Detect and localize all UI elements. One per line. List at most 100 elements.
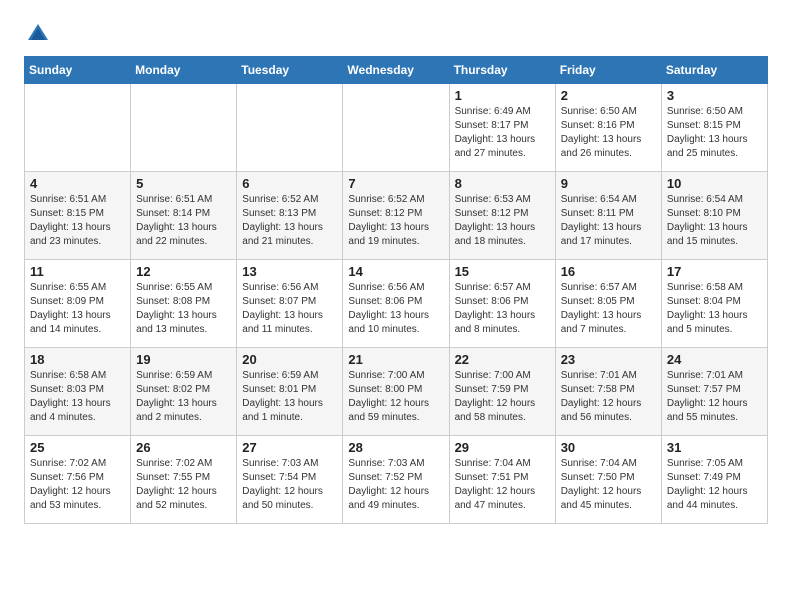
day-info: Sunrise: 6:49 AM Sunset: 8:17 PM Dayligh…: [455, 105, 550, 161]
calendar-cell: 21 Sunrise: 7:00 AM Sunset: 8:00 PM Dayli…: [343, 348, 449, 436]
day-number: 30: [561, 440, 656, 455]
day-number: 14: [348, 264, 443, 279]
day-number: 12: [136, 264, 231, 279]
day-number: 6: [242, 176, 337, 191]
day-info: Sunrise: 7:04 AM Sunset: 7:50 PM Dayligh…: [561, 457, 656, 513]
calendar-cell: 5 Sunrise: 6:51 AM Sunset: 8:14 PM Daylig…: [131, 172, 237, 260]
calendar-body: 1 Sunrise: 6:49 AM Sunset: 8:17 PM Daylig…: [25, 84, 768, 524]
calendar-cell: 19Sunrise: 6:59 AM Sunset: 8:02 PM Dayli…: [131, 348, 237, 436]
week-row-4: 25 Sunrise: 7:02 AM Sunset: 7:56 PM Dayli…: [25, 436, 768, 524]
day-number: 11: [30, 264, 125, 279]
day-info: Sunrise: 6:54 AM Sunset: 8:10 PM Dayligh…: [667, 193, 762, 249]
day-number: 1: [455, 88, 550, 103]
day-number: 9: [561, 176, 656, 191]
calendar-cell: 10 Sunrise: 6:54 AM Sunset: 8:10 PM Dayli…: [661, 172, 767, 260]
calendar-cell: 23 Sunrise: 7:01 AM Sunset: 7:58 PM Dayli…: [555, 348, 661, 436]
calendar-cell: [25, 84, 131, 172]
calendar-cell: 24 Sunrise: 7:01 AM Sunset: 7:57 PM Dayli…: [661, 348, 767, 436]
day-info: Sunrise: 6:52 AM Sunset: 8:13 PM Dayligh…: [242, 193, 337, 249]
day-number: 24: [667, 352, 762, 367]
day-info: Sunrise: 7:00 AM Sunset: 7:59 PM Dayligh…: [455, 369, 550, 425]
day-info: Sunrise: 7:03 AM Sunset: 7:54 PM Dayligh…: [242, 457, 337, 513]
week-row-3: 18Sunrise: 6:58 AM Sunset: 8:03 PM Dayli…: [25, 348, 768, 436]
calendar-table: SundayMondayTuesdayWednesdayThursdayFrid…: [24, 56, 768, 524]
day-number: 5: [136, 176, 231, 191]
logo-icon: [24, 20, 52, 48]
day-info: Sunrise: 6:59 AM Sunset: 8:01 PM Dayligh…: [242, 369, 337, 425]
calendar-cell: 30 Sunrise: 7:04 AM Sunset: 7:50 PM Dayli…: [555, 436, 661, 524]
calendar-cell: [237, 84, 343, 172]
day-info: Sunrise: 6:50 AM Sunset: 8:16 PM Dayligh…: [561, 105, 656, 161]
calendar-cell: [131, 84, 237, 172]
calendar-cell: 18Sunrise: 6:58 AM Sunset: 8:03 PM Dayli…: [25, 348, 131, 436]
calendar-cell: 16 Sunrise: 6:57 AM Sunset: 8:05 PM Dayli…: [555, 260, 661, 348]
day-info: Sunrise: 6:57 AM Sunset: 8:06 PM Dayligh…: [455, 281, 550, 337]
day-info: Sunrise: 6:50 AM Sunset: 8:15 PM Dayligh…: [667, 105, 762, 161]
logo: [24, 20, 56, 48]
day-number: 25: [30, 440, 125, 455]
day-number: 20: [242, 352, 337, 367]
calendar-cell: 7Sunrise: 6:52 AM Sunset: 8:12 PM Daylig…: [343, 172, 449, 260]
day-number: 7: [348, 176, 443, 191]
day-info: Sunrise: 7:01 AM Sunset: 7:57 PM Dayligh…: [667, 369, 762, 425]
calendar-cell: 20 Sunrise: 6:59 AM Sunset: 8:01 PM Dayli…: [237, 348, 343, 436]
calendar-cell: 1 Sunrise: 6:49 AM Sunset: 8:17 PM Daylig…: [449, 84, 555, 172]
calendar-cell: 14Sunrise: 6:56 AM Sunset: 8:06 PM Dayli…: [343, 260, 449, 348]
day-info: Sunrise: 7:02 AM Sunset: 7:56 PM Dayligh…: [30, 457, 125, 513]
day-info: Sunrise: 7:04 AM Sunset: 7:51 PM Dayligh…: [455, 457, 550, 513]
calendar-cell: 9 Sunrise: 6:54 AM Sunset: 8:11 PM Daylig…: [555, 172, 661, 260]
header-thursday: Thursday: [449, 57, 555, 84]
day-info: Sunrise: 6:57 AM Sunset: 8:05 PM Dayligh…: [561, 281, 656, 337]
header-wednesday: Wednesday: [343, 57, 449, 84]
day-number: 4: [30, 176, 125, 191]
day-number: 19: [136, 352, 231, 367]
day-info: Sunrise: 7:01 AM Sunset: 7:58 PM Dayligh…: [561, 369, 656, 425]
calendar-cell: 15Sunrise: 6:57 AM Sunset: 8:06 PM Dayli…: [449, 260, 555, 348]
day-number: 18: [30, 352, 125, 367]
calendar-cell: 17Sunrise: 6:58 AM Sunset: 8:04 PM Dayli…: [661, 260, 767, 348]
calendar-cell: [343, 84, 449, 172]
calendar-cell: 6 Sunrise: 6:52 AM Sunset: 8:13 PM Daylig…: [237, 172, 343, 260]
day-number: 17: [667, 264, 762, 279]
day-number: 13: [242, 264, 337, 279]
calendar-cell: 3 Sunrise: 6:50 AM Sunset: 8:15 PM Daylig…: [661, 84, 767, 172]
header-friday: Friday: [555, 57, 661, 84]
week-row-1: 4Sunrise: 6:51 AM Sunset: 8:15 PM Daylig…: [25, 172, 768, 260]
calendar-cell: 26 Sunrise: 7:02 AM Sunset: 7:55 PM Dayli…: [131, 436, 237, 524]
calendar-cell: 11Sunrise: 6:55 AM Sunset: 8:09 PM Dayli…: [25, 260, 131, 348]
day-info: Sunrise: 7:00 AM Sunset: 8:00 PM Dayligh…: [348, 369, 443, 425]
day-info: Sunrise: 7:02 AM Sunset: 7:55 PM Dayligh…: [136, 457, 231, 513]
header-row: SundayMondayTuesdayWednesdayThursdayFrid…: [25, 57, 768, 84]
calendar-cell: 27 Sunrise: 7:03 AM Sunset: 7:54 PM Dayli…: [237, 436, 343, 524]
day-number: 10: [667, 176, 762, 191]
day-info: Sunrise: 6:53 AM Sunset: 8:12 PM Dayligh…: [455, 193, 550, 249]
day-number: 27: [242, 440, 337, 455]
day-number: 23: [561, 352, 656, 367]
week-row-0: 1 Sunrise: 6:49 AM Sunset: 8:17 PM Daylig…: [25, 84, 768, 172]
day-info: Sunrise: 6:54 AM Sunset: 8:11 PM Dayligh…: [561, 193, 656, 249]
calendar-cell: 8 Sunrise: 6:53 AM Sunset: 8:12 PM Daylig…: [449, 172, 555, 260]
calendar-cell: 25 Sunrise: 7:02 AM Sunset: 7:56 PM Dayli…: [25, 436, 131, 524]
header: [24, 20, 768, 48]
day-number: 2: [561, 88, 656, 103]
day-number: 22: [455, 352, 550, 367]
calendar-cell: 29Sunrise: 7:04 AM Sunset: 7:51 PM Dayli…: [449, 436, 555, 524]
calendar-header: SundayMondayTuesdayWednesdayThursdayFrid…: [25, 57, 768, 84]
day-number: 31: [667, 440, 762, 455]
day-info: Sunrise: 6:55 AM Sunset: 8:08 PM Dayligh…: [136, 281, 231, 337]
calendar-cell: 2 Sunrise: 6:50 AM Sunset: 8:16 PM Daylig…: [555, 84, 661, 172]
day-number: 26: [136, 440, 231, 455]
day-info: Sunrise: 6:56 AM Sunset: 8:07 PM Dayligh…: [242, 281, 337, 337]
header-monday: Monday: [131, 57, 237, 84]
calendar-cell: 12 Sunrise: 6:55 AM Sunset: 8:08 PM Dayli…: [131, 260, 237, 348]
day-number: 8: [455, 176, 550, 191]
day-number: 16: [561, 264, 656, 279]
calendar-cell: 22 Sunrise: 7:00 AM Sunset: 7:59 PM Dayli…: [449, 348, 555, 436]
calendar-cell: 4Sunrise: 6:51 AM Sunset: 8:15 PM Daylig…: [25, 172, 131, 260]
day-info: Sunrise: 6:51 AM Sunset: 8:14 PM Dayligh…: [136, 193, 231, 249]
week-row-2: 11Sunrise: 6:55 AM Sunset: 8:09 PM Dayli…: [25, 260, 768, 348]
header-tuesday: Tuesday: [237, 57, 343, 84]
day-number: 3: [667, 88, 762, 103]
day-number: 21: [348, 352, 443, 367]
calendar-cell: 13 Sunrise: 6:56 AM Sunset: 8:07 PM Dayli…: [237, 260, 343, 348]
